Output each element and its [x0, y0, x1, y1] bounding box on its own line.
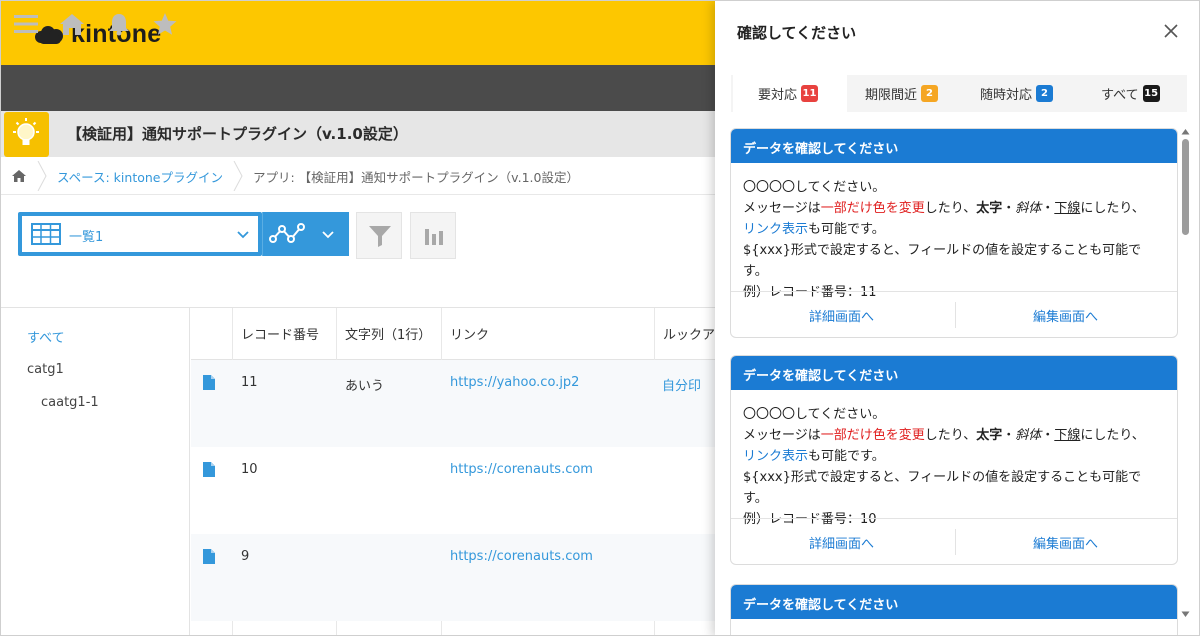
cell-text: あいう [345, 379, 385, 394]
column-header-link[interactable]: リンク [450, 308, 489, 360]
home-icon[interactable] [59, 12, 85, 36]
scrollbar-thumb[interactable] [1182, 139, 1189, 235]
table-view-icon [31, 223, 61, 245]
column-header-record-number[interactable]: レコード番号 [241, 308, 319, 360]
tab-label: すべて [1101, 88, 1139, 103]
message-line: ${xxx}形式で設定すると、フィールドの値を設定することも可能です。 [743, 243, 1142, 279]
breadcrumb-home-icon[interactable] [11, 169, 27, 183]
tab-as-needed[interactable]: 随時対応 2 [980, 75, 1054, 112]
app-icon [4, 112, 49, 157]
tab-count-badge: 15 [1142, 85, 1160, 102]
message-line: メッセージは一部だけ色を変更したり、太字・斜体・下線にしたり、 [743, 201, 1145, 216]
breadcrumb-app: アプリ: 【検証用】通知サポートプラグイン（v.1.0設定） [253, 170, 579, 185]
message-line: リンク表示も可能です。 [743, 222, 885, 237]
card-actions: 詳細画面へ 編集画面へ [731, 291, 1177, 337]
tab-due-soon[interactable]: 期限間近 2 [865, 75, 939, 112]
notification-card: データを確認してください [730, 584, 1178, 635]
tab-all[interactable]: すべて 15 [1101, 75, 1160, 112]
cell-lookup[interactable]: 自分印 [662, 375, 701, 394]
card-header: データを確認してください [731, 129, 1177, 163]
table-row[interactable] [191, 447, 715, 534]
cell-link[interactable]: https://corenauts.com [450, 549, 593, 564]
category-item-all[interactable]: すべて [27, 327, 65, 346]
table-row[interactable] [191, 534, 715, 621]
filter-button[interactable] [356, 212, 402, 259]
breadcrumb-space-link[interactable]: スペース: kintoneプラグイン [57, 167, 223, 186]
category-item-catg1[interactable]: catg1 [27, 362, 64, 377]
tab-label: 期限間近 [865, 88, 918, 103]
kintone-logo[interactable]: kintone [35, 20, 161, 49]
message-link[interactable]: リンク表示 [743, 449, 808, 464]
notification-card: データを確認してください 〇〇〇〇してください。 メッセージは一部だけ色を変更し… [730, 355, 1178, 565]
breadcrumb-chevron-icon [233, 161, 243, 191]
menu-icon[interactable] [13, 12, 39, 36]
scroll-down-arrow-icon[interactable] [1181, 611, 1190, 618]
message-line: メッセージは一部だけ色を変更したり、太字・斜体・下線にしたり、 [743, 428, 1145, 443]
edit-page-link[interactable]: 編集画面へ [1033, 306, 1098, 325]
tab-count-badge: 11 [801, 85, 819, 102]
bar-chart-icon [425, 229, 443, 245]
category-sidebar [1, 308, 190, 635]
cell-link[interactable]: https://corenauts.com [450, 462, 593, 477]
detail-page-link[interactable]: 詳細画面へ [809, 533, 874, 552]
cell-record-number: 10 [241, 462, 258, 477]
message-line: 〇〇〇〇してください。 [743, 180, 886, 195]
graph-icon [269, 223, 305, 243]
message-line: 〇〇〇〇してください。 [743, 407, 886, 422]
column-header-text[interactable]: 文字列（1行） [345, 308, 431, 360]
message-link[interactable]: リンク表示 [743, 222, 808, 237]
lightbulb-icon [13, 118, 39, 145]
cell-record-number: 9 [241, 549, 250, 564]
tab-count-badge: 2 [1036, 85, 1054, 102]
record-detail-icon[interactable] [203, 375, 215, 390]
tab-label: 随時対応 [980, 88, 1033, 103]
card-actions: 詳細画面へ 編集画面へ [731, 518, 1177, 564]
card-header: データを確認してください [731, 585, 1177, 619]
table-row[interactable] [191, 360, 715, 447]
star-icon[interactable] [152, 12, 178, 36]
category-item-caatg1-1[interactable]: caatg1-1 [41, 395, 99, 410]
dialog-title: 確認してください [737, 24, 857, 42]
record-detail-icon[interactable] [203, 549, 215, 564]
card-message: 〇〇〇〇してください。 メッセージは一部だけ色を変更したり、太字・斜体・下線にし… [731, 163, 1177, 300]
app-title: 【検証用】通知サポートプラグイン（v.1.0設定） [67, 125, 408, 143]
column-header-lookup[interactable]: ルックア [663, 308, 715, 360]
scroll-up-arrow-icon[interactable] [1181, 128, 1190, 135]
tab-count-badge: 2 [921, 85, 939, 102]
kintone-app-window: kintone 【検証用】通知サポートプラグイン（v.1.0設定） スペース: … [0, 0, 1200, 636]
bell-icon[interactable] [106, 12, 132, 36]
card-header: データを確認してください [731, 356, 1177, 390]
message-line: リンク表示も可能です。 [743, 449, 885, 464]
graph-chevron-down-icon[interactable] [321, 230, 335, 240]
chevron-down-icon [237, 231, 249, 239]
cell-link[interactable]: https://yahoo.co.jp2 [450, 375, 579, 390]
detail-page-link[interactable]: 詳細画面へ [809, 306, 874, 325]
breadcrumb-chevron-icon [37, 161, 47, 191]
filter-icon [369, 226, 391, 247]
record-detail-icon[interactable] [203, 462, 215, 477]
graph-settings-button[interactable] [410, 212, 456, 259]
notification-card: データを確認してください 〇〇〇〇してください。 メッセージは一部だけ色を変更し… [730, 128, 1178, 338]
cell-record-number: 11 [241, 375, 258, 390]
close-icon[interactable] [1161, 21, 1181, 41]
card-message: 〇〇〇〇してください。 メッセージは一部だけ色を変更したり、太字・斜体・下線にし… [731, 390, 1177, 527]
tab-action-required[interactable]: 要対応 11 [733, 75, 847, 112]
edit-page-link[interactable]: 編集画面へ [1033, 533, 1098, 552]
view-select-value: 一覧1 [69, 230, 104, 245]
tab-label: 要対応 [758, 88, 798, 103]
message-line: ${xxx}形式で設定すると、フィールドの値を設定することも可能です。 [743, 470, 1142, 506]
